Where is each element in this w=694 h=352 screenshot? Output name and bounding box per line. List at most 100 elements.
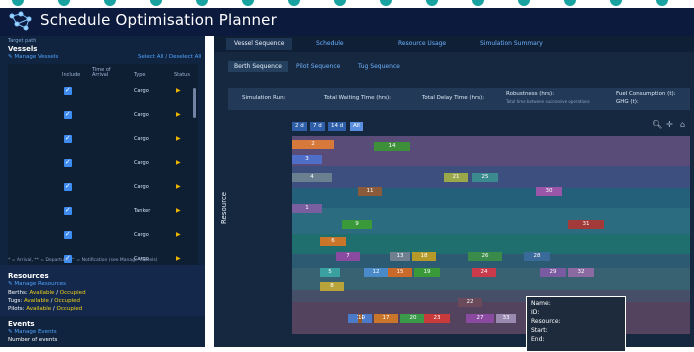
gantt-bar[interactable]: 1 bbox=[292, 204, 322, 213]
stats-bar: Simulation Run: Total Waiting Time (hrs)… bbox=[228, 88, 690, 110]
manage-events-label: Manage Events bbox=[14, 329, 57, 335]
row-status: ▶ bbox=[176, 207, 181, 214]
home-icon[interactable]: ⌂ bbox=[680, 120, 685, 129]
zoom-14d-button[interactable]: 14 d bbox=[328, 122, 347, 131]
gantt-bar[interactable]: 14 bbox=[374, 142, 410, 151]
gantt-bar[interactable]: 11 bbox=[358, 187, 382, 196]
include-checkbox[interactable] bbox=[64, 182, 72, 191]
number-of-events: Number of events bbox=[8, 337, 58, 343]
pilots-sep: / bbox=[52, 306, 55, 312]
gantt-bar[interactable]: 21 bbox=[444, 173, 468, 182]
gantt-bar[interactable]: 9 bbox=[342, 220, 372, 229]
gantt-bar[interactable]: 26 bbox=[468, 252, 502, 261]
table-row[interactable]: Cargo ▶ bbox=[8, 130, 203, 148]
gantt-bar[interactable]: 22 bbox=[458, 298, 482, 307]
gantt-bar[interactable]: 8 bbox=[320, 282, 344, 291]
include-checkbox[interactable] bbox=[64, 158, 72, 167]
main-panel: Vessel Sequence Schedule Resource Usage … bbox=[214, 36, 694, 352]
gantt-bar[interactable]: 10 bbox=[358, 314, 365, 323]
gantt-bar[interactable]: 17 bbox=[374, 314, 398, 323]
pan-icon[interactable]: ✛ bbox=[666, 120, 673, 129]
gantt-bar[interactable]: 20 bbox=[400, 314, 426, 323]
tab-vessel-sequence[interactable]: Vessel Sequence bbox=[226, 38, 293, 50]
include-checkbox[interactable] bbox=[64, 134, 72, 143]
row-type: Cargo bbox=[134, 184, 149, 190]
row-type: Tanker bbox=[134, 208, 151, 214]
manage-resources-link[interactable]: ✎ Manage Resources bbox=[8, 281, 66, 287]
gantt-bar[interactable]: 33 bbox=[496, 314, 516, 323]
table-row[interactable]: Cargo ▶ bbox=[8, 106, 203, 124]
gantt-bar[interactable]: 4 bbox=[292, 173, 332, 182]
gantt-bar[interactable]: 7 bbox=[336, 252, 360, 261]
tugs-sep: / bbox=[50, 298, 53, 304]
col-status: Status bbox=[174, 72, 190, 78]
gantt-bar[interactable]: 6 bbox=[320, 237, 346, 246]
manage-events-link[interactable]: ✎ Manage Events bbox=[8, 329, 57, 335]
include-checkbox[interactable] bbox=[64, 230, 72, 239]
row-status: ▶ bbox=[176, 111, 181, 118]
gantt-bar[interactable]: 24 bbox=[472, 268, 496, 277]
fuel-label: Fuel Consumption (t): bbox=[616, 91, 676, 97]
berths-label: Berths: bbox=[8, 290, 28, 296]
legend-line: * = Arrival, ** = Departure, ^ = Notific… bbox=[8, 258, 158, 263]
table-row[interactable]: Cargo ▶ bbox=[8, 226, 203, 244]
zoom-in-icon[interactable]: 🔍︎ bbox=[652, 120, 662, 129]
app-header: Schedule Optimisation Planner bbox=[0, 0, 694, 36]
gantt-bar[interactable]: 28 bbox=[524, 252, 550, 261]
row-type: Cargo bbox=[134, 112, 149, 118]
tab-resource-usage[interactable]: Resource Usage bbox=[398, 40, 446, 47]
gantt-bar[interactable]: 15 bbox=[388, 268, 412, 277]
gantt-bar[interactable]: 18 bbox=[412, 252, 436, 261]
zoom-7d-button[interactable]: 7 d bbox=[310, 122, 325, 131]
tab-simulation-summary[interactable]: Simulation Summary bbox=[480, 40, 543, 47]
select-all-link[interactable]: Select All / Deselect All bbox=[138, 54, 201, 60]
row-type: Cargo bbox=[134, 88, 149, 94]
gantt-chart: 2 14 3 4 21 25 11 30 1 9 31 6 7 13 18 26 28 5 12 15 19 24 29 32… bbox=[292, 136, 690, 334]
tooltip-start: Start: bbox=[531, 327, 548, 334]
gantt-bar[interactable]: 13 bbox=[390, 252, 410, 261]
table-row[interactable]: Cargo ▶ bbox=[8, 82, 203, 100]
gantt-bar[interactable]: 30 bbox=[536, 187, 562, 196]
include-checkbox[interactable] bbox=[64, 86, 72, 95]
row-type: Cargo bbox=[134, 160, 149, 166]
include-checkbox[interactable] bbox=[64, 206, 72, 215]
zoom-2d-button[interactable]: 2 d bbox=[292, 122, 307, 131]
berths-line: Berths: Available / Occupied bbox=[8, 290, 86, 296]
tugs-available: Available bbox=[23, 298, 49, 304]
gantt-bar[interactable]: 29 bbox=[540, 268, 566, 277]
table-row[interactable]: Tanker ▶ bbox=[8, 202, 203, 220]
manage-vessels-link[interactable]: ✎ Manage Vessels bbox=[8, 54, 58, 60]
manage-resources-label: Manage Resources bbox=[14, 281, 67, 287]
subtab-pilot-sequence[interactable]: Pilot Sequence bbox=[296, 63, 340, 70]
subtab-berth-sequence[interactable]: Berth Sequence bbox=[228, 61, 288, 72]
gantt-bar[interactable]: 3 bbox=[292, 155, 322, 164]
tooltip-id: ID: bbox=[531, 309, 540, 316]
tab-schedule[interactable]: Schedule bbox=[316, 40, 344, 47]
include-checkbox[interactable] bbox=[64, 110, 72, 119]
tooltip-end: End: bbox=[531, 336, 545, 343]
gantt-bar[interactable]: 19 bbox=[414, 268, 440, 277]
gantt-bar[interactable]: 2 bbox=[292, 140, 334, 149]
zoom-all-button[interactable]: All bbox=[350, 122, 363, 131]
gantt-bar[interactable]: 32 bbox=[568, 268, 594, 277]
row-status: ▶ bbox=[176, 231, 181, 238]
gantt-bar[interactable]: 12 bbox=[364, 268, 388, 277]
gantt-bar[interactable]: 31 bbox=[568, 220, 604, 229]
table-row[interactable]: Cargo ▶ bbox=[8, 178, 203, 196]
gantt-bar[interactable]: 23 bbox=[424, 314, 450, 323]
gantt-bar[interactable]: 27 bbox=[466, 314, 494, 323]
subtab-tug-sequence[interactable]: Tug Sequence bbox=[358, 63, 400, 70]
gantt-bar[interactable]: 25 bbox=[472, 173, 498, 182]
table-row[interactable]: Cargo ▶ bbox=[8, 154, 203, 172]
gantt-bar[interactable]: 5 bbox=[320, 268, 340, 277]
col-include: Include bbox=[62, 72, 81, 78]
resource-band bbox=[292, 136, 690, 166]
berths-occupied: Occupied bbox=[59, 290, 86, 296]
col-type: Type bbox=[134, 72, 146, 78]
row-status: ▶ bbox=[176, 183, 181, 190]
tugs-line: Tugs: Available / Occupied bbox=[8, 298, 80, 304]
row-type: Cargo bbox=[134, 136, 149, 142]
app-title: Schedule Optimisation Planner bbox=[40, 11, 277, 29]
row-status: ▶ bbox=[176, 255, 181, 262]
y-axis-label: Resource bbox=[220, 191, 228, 224]
